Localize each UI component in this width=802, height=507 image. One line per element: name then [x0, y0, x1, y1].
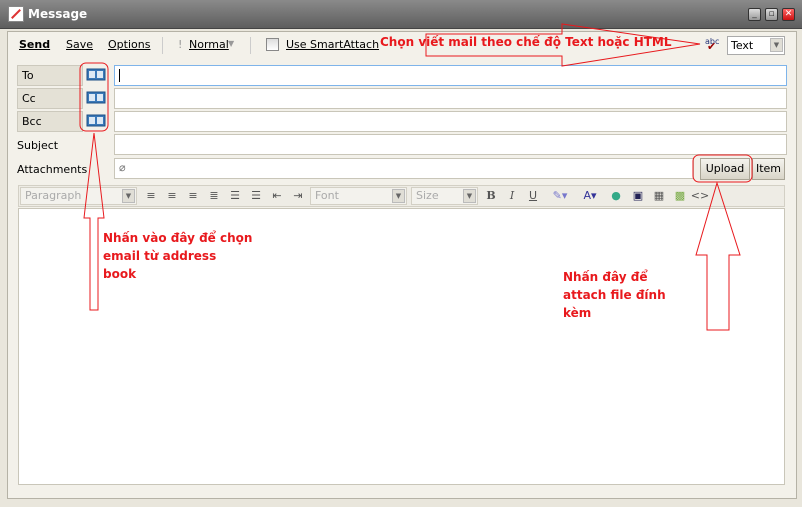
annotation-arrow-address-book: [83, 132, 105, 311]
annotation-address-book: Nhấn vào đây để chọn email từ address bo…: [103, 231, 253, 281]
annotation-format: Chọn viết mail theo chế độ Text hoặc HTM…: [380, 35, 672, 49]
annotation-highlight-upload: [692, 154, 753, 183]
annotation-arrow-upload: [695, 181, 741, 331]
annotation-attach: Nhấn đây để attach file đính kèm: [563, 270, 666, 320]
annotation-highlight-address-book: [79, 62, 109, 132]
